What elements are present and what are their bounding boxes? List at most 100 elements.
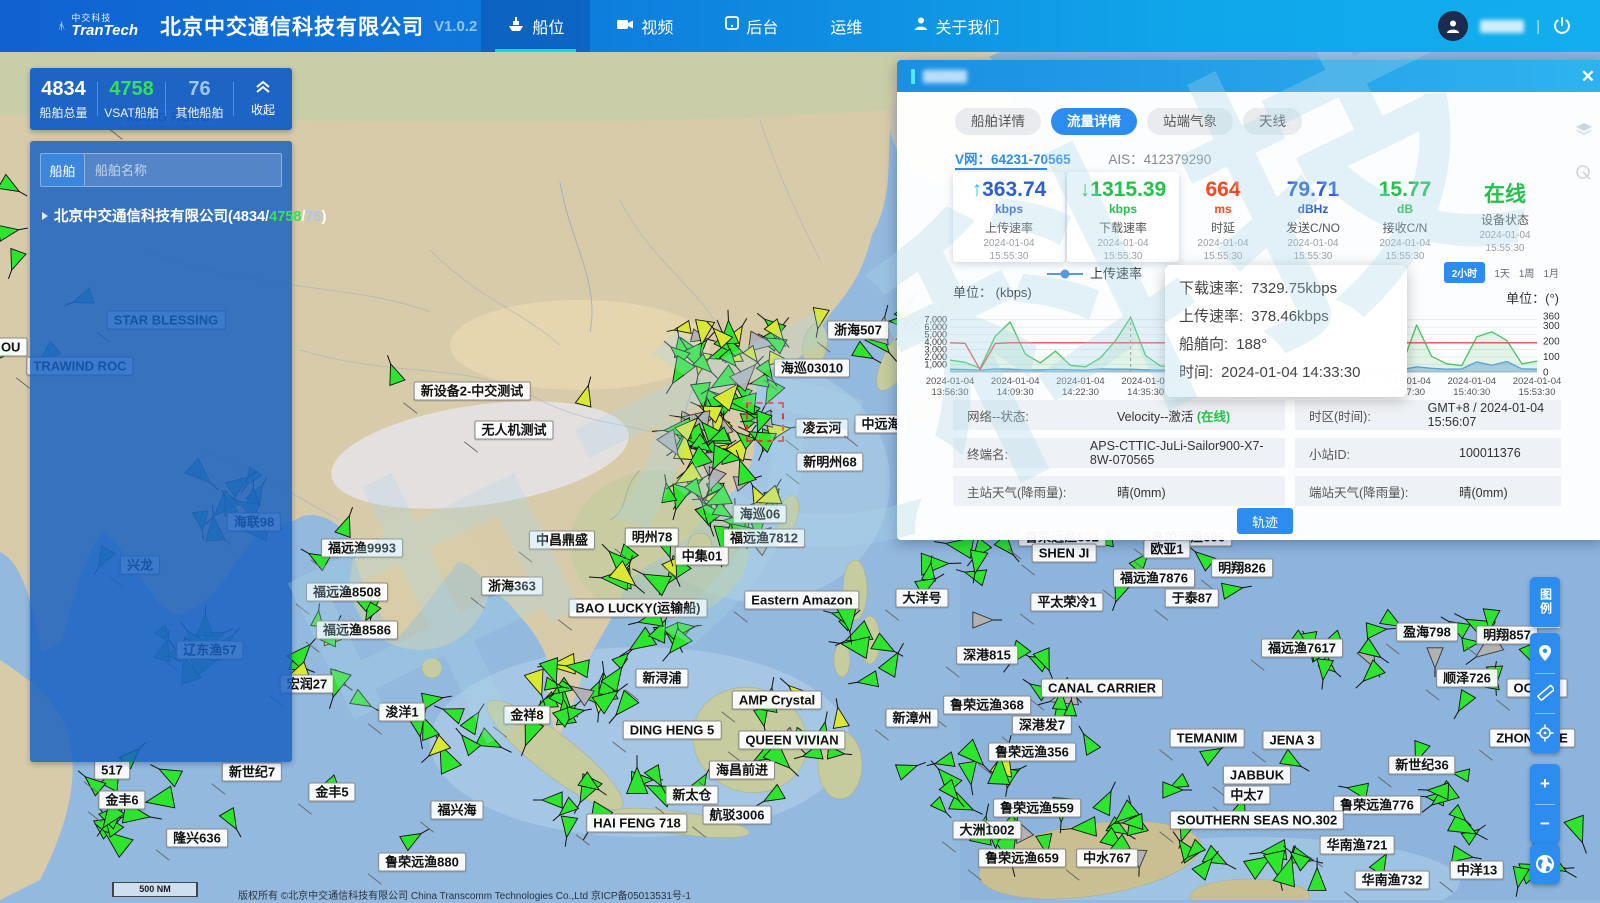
ship-label[interactable]: 海巡03010	[774, 359, 850, 378]
ship-label[interactable]: AMP Crystal	[732, 691, 822, 710]
ship-label[interactable]: 新设备2-中交测试	[414, 382, 531, 401]
ship-label[interactable]: HAI FENG 718	[586, 814, 687, 833]
ship-label[interactable]: 鲁荣远渔659	[978, 849, 1066, 868]
zoom-in-button[interactable]: +	[1530, 764, 1560, 804]
ship-label[interactable]: 鲁荣远渔880	[378, 853, 466, 872]
logo[interactable]: 中交科技 TranTech	[58, 11, 138, 41]
avatar[interactable]	[1438, 11, 1468, 41]
ship-label[interactable]: 福远渔9993	[321, 539, 403, 558]
satellite-dish-icon[interactable]	[1575, 164, 1593, 182]
ship-label[interactable]: 深港发7	[1012, 716, 1072, 735]
ship-label[interactable]: 新太仓	[665, 786, 718, 805]
vnet-id[interactable]: V网：64231-70565	[955, 152, 1071, 167]
ship-label[interactable]: 明翔826	[1211, 559, 1273, 578]
ship-label[interactable]: 福远渔7876	[1113, 569, 1195, 588]
fleet-stat-3: 76其他船舶	[166, 78, 233, 121]
ship-label[interactable]: 深港815	[956, 646, 1018, 665]
ship-label[interactable]: 金祥8	[503, 706, 550, 725]
ship-label[interactable]: 中太7	[1223, 786, 1270, 805]
ship-label[interactable]: DING HENG 5	[623, 721, 722, 740]
ship-label[interactable]: 福远渔7617	[1261, 639, 1343, 658]
ship-label[interactable]: 福远渔7812	[723, 529, 805, 548]
nav-item-5[interactable]: 关于我们	[888, 0, 1025, 52]
ship-label[interactable]: 福远渔8508	[306, 583, 388, 602]
target-button[interactable]	[1530, 713, 1560, 753]
nav-item-2[interactable]: 视频	[590, 0, 699, 52]
ship-filter-button[interactable]: 船舶	[40, 153, 84, 187]
ship-label[interactable]: 新浔浦	[635, 669, 688, 688]
ship-label[interactable]: 欧亚1	[1143, 540, 1190, 559]
ship-label[interactable]: 海昌前进	[709, 761, 775, 780]
ship-label[interactable]: 鲁荣远渔559	[993, 799, 1081, 818]
track-button[interactable]: 轨迹	[1237, 508, 1293, 534]
ship-label[interactable]: QUEEN VIVIAN	[738, 731, 845, 750]
ship-label[interactable]: SHEN JI	[1032, 544, 1097, 563]
ship-label[interactable]: 浚洋1	[378, 703, 425, 722]
ship-detail-panel: ✕ 船舶详情流量详情站端气象天线 V网：64231-70565 AIS：4123…	[897, 60, 1600, 540]
ship-label[interactable]: 隆兴636	[166, 829, 228, 848]
ais-id[interactable]: AIS：412379290	[1108, 152, 1211, 167]
tab-2[interactable]: 流量详情	[1051, 108, 1137, 135]
fleet-stats-card: 4834船舶总量4758VSAT船舶76其他船舶收起	[30, 68, 292, 130]
ship-label[interactable]: 鲁荣远渔356	[988, 743, 1076, 762]
ship-label[interactable]: 新世纪7	[222, 763, 282, 782]
ship-label[interactable]: 浙海363	[481, 577, 543, 596]
ship-label[interactable]: 浙海507	[827, 321, 889, 340]
ship-label[interactable]: 中洋13	[1450, 861, 1504, 880]
selected-ship-box	[746, 402, 784, 442]
ship-label[interactable]: 鲁荣远渔776	[1333, 796, 1421, 815]
tab-1[interactable]: 船舶详情	[955, 108, 1041, 135]
ship-label[interactable]: CANAL CARRIER	[1041, 679, 1163, 698]
ship-label[interactable]: 明翔857	[1476, 626, 1538, 645]
collapse-button[interactable]: 收起	[234, 80, 292, 118]
ship-label[interactable]: 大洋号	[895, 589, 948, 608]
ship-label[interactable]: 顺泽726	[1436, 669, 1498, 688]
ship-label[interactable]: 华南渔721	[1320, 836, 1395, 855]
ship-label[interactable]: 海巡06	[733, 505, 787, 524]
ship-label[interactable]: 517	[94, 761, 130, 780]
ship-label[interactable]: TEMANIM	[1170, 729, 1245, 748]
ship-label[interactable]: SOUTHERN SEAS NO.302	[1170, 811, 1344, 830]
nav-item-4[interactable]: 运维	[804, 0, 888, 52]
ship-label[interactable]: 福远渔8586	[316, 621, 398, 640]
tab-3[interactable]: 站端气象	[1147, 108, 1233, 135]
ship-label[interactable]: 凌云河	[795, 419, 848, 438]
ship-label[interactable]: 华南渔732	[1355, 871, 1430, 890]
ship-label[interactable]: 无人机测试	[474, 421, 553, 440]
measure-button[interactable]	[1530, 673, 1560, 713]
nav-item-1[interactable]: 船位	[481, 0, 590, 52]
metric-设备状态: 在线设备状态2024-01-0415:55:30	[1449, 178, 1561, 255]
ship-label[interactable]: 中水767	[1076, 849, 1138, 868]
ship-name-input[interactable]	[84, 153, 282, 187]
nav-item-3[interactable]: 后台	[699, 0, 804, 52]
ship-label[interactable]: JABBUK	[1223, 766, 1291, 785]
ship-label[interactable]: 新明州68	[796, 453, 863, 472]
ship-label[interactable]: 于泰87	[1165, 589, 1219, 608]
ship-label[interactable]: Eastern Amazon	[744, 591, 859, 610]
user-avatar-icon	[1445, 18, 1461, 34]
ship-label[interactable]: 金丰6	[98, 791, 145, 810]
ship-label[interactable]: 平太荣冷1	[1030, 593, 1103, 612]
legend-button[interactable]: 图例	[1530, 577, 1560, 628]
ship-label[interactable]: 中昌鼎盛	[529, 531, 595, 550]
ship-label[interactable]: 中集01	[675, 547, 729, 566]
basemap-button[interactable]	[1530, 844, 1560, 884]
zoom-out-button[interactable]: −	[1530, 804, 1560, 844]
ship-label[interactable]: BAO LUCKY(运输船)	[569, 599, 708, 618]
logout-icon[interactable]	[1552, 16, 1572, 36]
ship-label[interactable]: 盈海798	[1396, 623, 1458, 642]
locate-button[interactable]	[1530, 633, 1560, 673]
ship-label[interactable]: 新漳州	[885, 709, 938, 728]
layers-icon[interactable]	[1575, 122, 1593, 138]
ship-label[interactable]: 金丰5	[308, 783, 355, 802]
ship-label[interactable]: 鲁荣远渔368	[943, 696, 1031, 715]
company-tree-item[interactable]: 北京中交通信科技有限公司(4834/4758/76)	[42, 205, 284, 226]
ship-label[interactable]: 福兴海	[430, 801, 483, 820]
ship-label[interactable]: 明州78	[625, 528, 679, 547]
ship-label[interactable]: JENA 3	[1262, 731, 1321, 750]
close-icon[interactable]: ✕	[1581, 68, 1595, 85]
ship-label[interactable]: HOU	[0, 338, 27, 357]
ship-label[interactable]: 航驳3006	[703, 806, 772, 825]
tab-4[interactable]: 天线	[1243, 108, 1302, 135]
ship-label[interactable]: 新世纪36	[1388, 756, 1455, 775]
